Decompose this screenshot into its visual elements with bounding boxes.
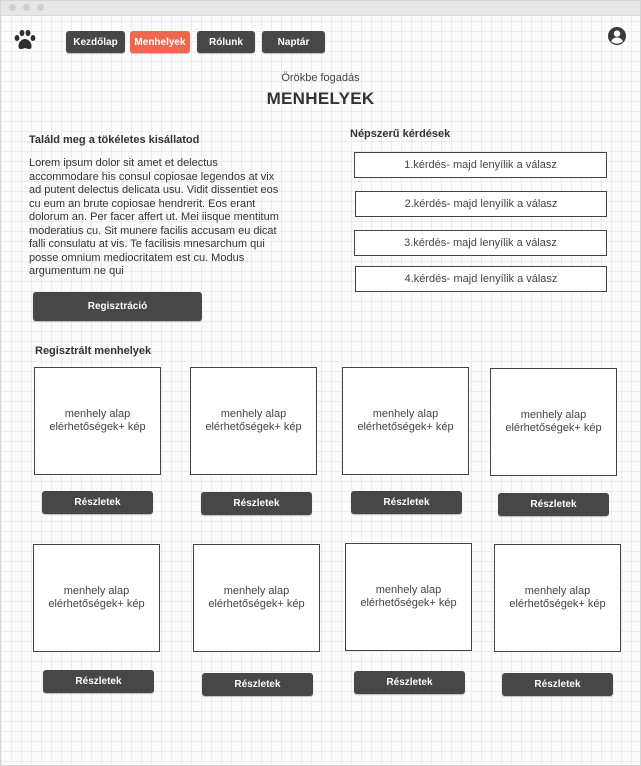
window-dot (37, 4, 44, 11)
faq-heading: Népszerű kérdések (350, 128, 451, 140)
nav-rolunk[interactable]: Rólunk (197, 31, 255, 53)
shelter-card-line2: elérhetőségek+ kép (49, 421, 146, 433)
details-button[interactable]: Részletek (201, 492, 312, 515)
shelter-card-line2: elérhetőségek+ kép (505, 422, 602, 434)
shelter-card: menhely alap elérhetőségek+ kép (345, 543, 472, 651)
shelter-card: menhely alap elérhetőségek+ kép (490, 368, 617, 476)
shelter-card: menhely alap elérhetőségek+ kép (33, 544, 160, 652)
window-titlebar (1, 1, 640, 16)
shelter-card: menhely alap elérhetőségek+ kép (34, 367, 161, 475)
shelter-card-line1: menhely alap (375, 584, 442, 596)
shelter-card-line2: elérhetőségek+ kép (509, 598, 606, 610)
shelter-card-line2: elérhetőségek+ kép (48, 598, 145, 610)
details-button[interactable]: Részletek (202, 673, 313, 696)
paw-icon[interactable] (13, 29, 37, 51)
shelter-card-line1: menhely alap (220, 408, 287, 420)
details-button[interactable]: Részletek (43, 670, 154, 693)
faq-item[interactable]: 3.kérdés- majd lenyílik a válasz (354, 230, 607, 256)
browser-window: Kezdőlap Menhelyek Rólunk Naptár Örökbe … (0, 0, 641, 766)
shelter-card-line1: menhely alap (223, 585, 290, 597)
user-icon[interactable] (607, 26, 627, 46)
shelter-card-line2: elérhetőségek+ kép (205, 421, 302, 433)
details-button[interactable]: Részletek (502, 673, 613, 696)
details-button[interactable]: Részletek (351, 491, 462, 514)
shelter-card-line2: elérhetőségek+ kép (208, 598, 305, 610)
shelter-card: menhely alap elérhetőségek+ kép (193, 544, 320, 652)
nav-menhelyek[interactable]: Menhelyek (130, 31, 190, 53)
register-button[interactable]: Regisztráció (33, 292, 202, 321)
shelters-heading: Regisztrált menhelyek (35, 345, 152, 357)
window-dot (23, 4, 30, 11)
shelter-card-line1: menhely alap (64, 408, 131, 420)
faq-item[interactable]: 1.kérdés- majd lenyílik a válasz (354, 152, 607, 178)
faq-item[interactable]: 2.kérdés- majd lenyílik a válasz (355, 191, 607, 217)
intro-text: Lorem ipsum dolor sit amet et delectus a… (29, 157, 279, 277)
shelter-card-line2: elérhetőségek+ kép (357, 421, 454, 433)
page-title: MENHELYEK (266, 89, 375, 108)
faq-item[interactable]: 4.kérdés- majd lenyílik a válasz (355, 266, 607, 292)
shelter-card: menhely alap elérhetőségek+ kép (342, 367, 469, 475)
shelter-card-line1: menhely alap (372, 408, 439, 420)
nav-naptar[interactable]: Naptár (262, 31, 325, 53)
details-button[interactable]: Részletek (498, 493, 609, 516)
intro-heading: Találd meg a tökéletes kisállatod (29, 134, 200, 146)
shelter-card-line1: menhely alap (520, 409, 587, 421)
details-button[interactable]: Részletek (42, 491, 153, 514)
window-dot (9, 4, 16, 11)
page-subtitle: Örökbe fogadás (281, 72, 360, 84)
details-button[interactable]: Részletek (354, 671, 465, 694)
shelter-card: menhely alap elérhetőségek+ kép (190, 367, 317, 475)
shelter-card-line1: menhely alap (524, 585, 591, 597)
shelter-card: menhely alap elérhetőségek+ kép (494, 544, 621, 652)
shelter-card-line1: menhely alap (63, 585, 130, 597)
nav-kezdolap[interactable]: Kezdőlap (66, 31, 125, 53)
shelter-card-line2: elérhetőségek+ kép (360, 597, 457, 609)
